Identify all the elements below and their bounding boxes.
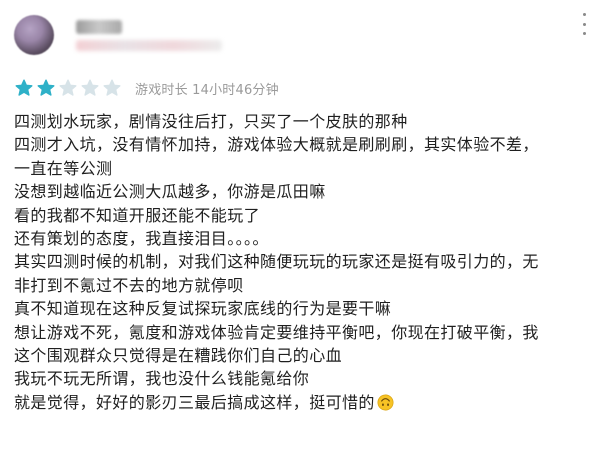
star-empty-icon: [81, 79, 99, 97]
star-filled-icon: [15, 79, 33, 97]
review-line: 真不知道现在这种反复试探玩家底线的行为是要干嘛: [14, 299, 392, 319]
star-rating: [15, 79, 125, 97]
review-line: 这个围观群众只觉得是在糟践你们自己的心血: [14, 345, 343, 365]
review-line: 就是觉得，好好的影刃三最后搞成这样，挺可惜的: [14, 391, 594, 414]
review-line: 没想到越临近公测大瓜越多，你游是瓜田嘛: [14, 182, 326, 202]
review-text: 四测划水玩家，剧情没往后打，只买了一个皮肤的那种四测才入坑，没有情怀加持，游戏体…: [14, 110, 594, 414]
dot: [582, 13, 586, 16]
review-line: 我玩不玩无所谓，我也没什么钱能氪给你: [14, 369, 310, 389]
avatar[interactable]: [14, 15, 54, 55]
more-options-icon[interactable]: [581, 13, 587, 35]
dot: [582, 22, 586, 26]
review-line: 还有策划的态度，我直接泪目。。。。: [14, 228, 269, 248]
review-line: 其实四测时候的机制，对我们这种随便玩玩的玩家还是挺有吸引力的，无: [14, 252, 539, 272]
review-line: 四测才入坑，没有情怀加持，游戏体验大概就是刷刷刷，其实体验不差，: [14, 135, 539, 155]
upside-down-face-icon: [377, 394, 394, 411]
star-filled-icon: [37, 79, 55, 97]
user-meta-blurred: [76, 40, 222, 51]
star-empty-icon: [103, 79, 121, 97]
dot: [582, 32, 586, 35]
star-empty-icon: [59, 79, 77, 97]
review-line: 非打到不氪过不去的地方就停呗: [14, 275, 244, 295]
review-line-text: 就是觉得，好好的影刃三最后搞成这样，挺可惜的: [14, 392, 375, 412]
playtime-label: 游戏时长 14小时46分钟: [135, 82, 279, 98]
username-blurred: [76, 20, 122, 34]
review-line: 四测划水玩家，剧情没往后打，只买了一个皮肤的那种: [14, 112, 408, 131]
review-card: 游戏时长 14小时46分钟 四测划水玩家，剧情没往后打，只买了一个皮肤的那种 四测…: [0, 0, 604, 455]
review-line: 想让游戏不死，氪度和游戏体验肯定要维持平衡吧，你现在打破平衡，我: [14, 322, 539, 342]
review-line: 看的我都不知道开服还能不能玩了: [14, 205, 261, 225]
rating-row: 游戏时长 14小时46分钟: [15, 77, 279, 99]
review-line: 一直在等公测: [14, 158, 113, 178]
